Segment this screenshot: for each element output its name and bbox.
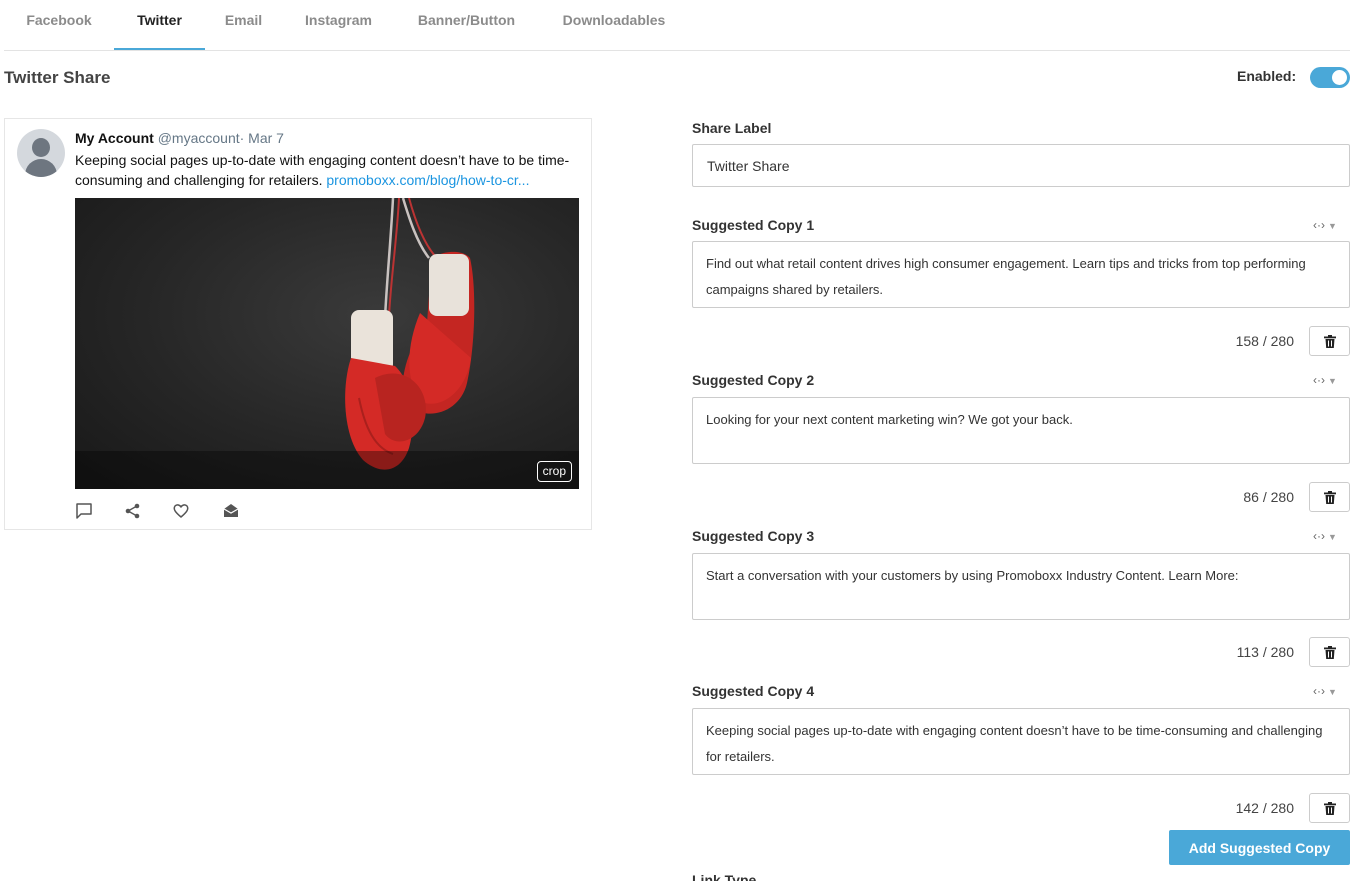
image-overlay-bar	[75, 451, 579, 489]
code-view-toggle-2[interactable]: ‹·› ▼	[1313, 373, 1337, 387]
share-icon[interactable]	[124, 502, 142, 520]
tweet-handle-date: @myaccount· Mar 7	[157, 130, 284, 146]
suggested-copy-2-textarea[interactable]: Looking for your next content marketing …	[692, 397, 1350, 464]
suggested-copy-4-counter: 142 / 280	[1235, 800, 1294, 816]
share-label-title: Share Label	[692, 120, 772, 136]
tab-instagram[interactable]: Instagram	[282, 0, 395, 51]
code-view-toggle-3[interactable]: ‹·› ▼	[1313, 529, 1337, 543]
code-view-toggle-4[interactable]: ‹·› ▼	[1313, 684, 1337, 698]
suggested-copy-1-counter: 158 / 280	[1235, 333, 1294, 349]
delete-copy-1-button[interactable]	[1309, 326, 1350, 356]
tab-downloadables[interactable]: Downloadables	[538, 0, 690, 51]
tweet-account-name: My Account	[75, 130, 154, 146]
suggested-copy-1-label: Suggested Copy 1	[692, 217, 815, 233]
heart-icon[interactable]	[172, 502, 190, 520]
suggested-copy-3-textarea[interactable]: Start a conversation with your customers…	[692, 553, 1350, 620]
trash-icon	[1324, 491, 1336, 504]
suggested-copy-1-textarea[interactable]: Find out what retail content drives high…	[692, 241, 1350, 308]
suggested-copy-2-counter: 86 / 280	[1243, 489, 1294, 505]
tweet-preview: My Account @myaccount· Mar 7 Keeping soc…	[4, 118, 592, 530]
enabled-toggle[interactable]	[1310, 67, 1350, 88]
link-type-label: Link Type	[692, 872, 757, 881]
suggested-copy-4-textarea[interactable]: Keeping social pages up-to-date with eng…	[692, 708, 1350, 775]
toggle-knob	[1332, 70, 1347, 85]
section-title: Twitter Share	[4, 68, 111, 87]
trash-icon	[1324, 646, 1336, 659]
tweet-link[interactable]: promoboxx.com/blog/how-to-cr...	[326, 172, 529, 188]
tab-banner-button[interactable]: Banner/Button	[395, 0, 538, 51]
share-label-input[interactable]	[692, 144, 1350, 187]
comment-icon[interactable]	[75, 502, 93, 520]
suggested-copy-3-label: Suggested Copy 3	[692, 528, 815, 544]
add-suggested-copy-button[interactable]: Add Suggested Copy	[1169, 830, 1350, 865]
suggested-copy-2-label: Suggested Copy 2	[692, 372, 815, 388]
enabled-label: Enabled:	[1237, 68, 1297, 84]
delete-copy-2-button[interactable]	[1309, 482, 1350, 512]
trash-icon	[1324, 335, 1336, 348]
tweet-text: Keeping social pages up-to-date with eng…	[75, 150, 580, 190]
delete-copy-3-button[interactable]	[1309, 637, 1350, 667]
tab-twitter[interactable]: Twitter	[114, 0, 205, 50]
tab-email[interactable]: Email	[205, 0, 282, 51]
suggested-copy-3-counter: 113 / 280	[1236, 644, 1294, 660]
code-view-toggle-1[interactable]: ‹·› ▼	[1313, 218, 1337, 232]
delete-copy-4-button[interactable]	[1309, 793, 1350, 823]
tweet-header: My Account @myaccount· Mar 7	[75, 130, 284, 146]
tab-bar: Facebook Twitter Email Instagram Banner/…	[4, 0, 1350, 51]
trash-icon	[1324, 802, 1336, 815]
avatar	[17, 129, 65, 177]
tab-facebook[interactable]: Facebook	[4, 0, 114, 51]
envelope-icon[interactable]	[222, 502, 240, 520]
suggested-copy-4-label: Suggested Copy 4	[692, 683, 815, 699]
tweet-image-boxing-gloves: crop	[75, 198, 579, 489]
crop-button[interactable]: crop	[536, 461, 572, 482]
